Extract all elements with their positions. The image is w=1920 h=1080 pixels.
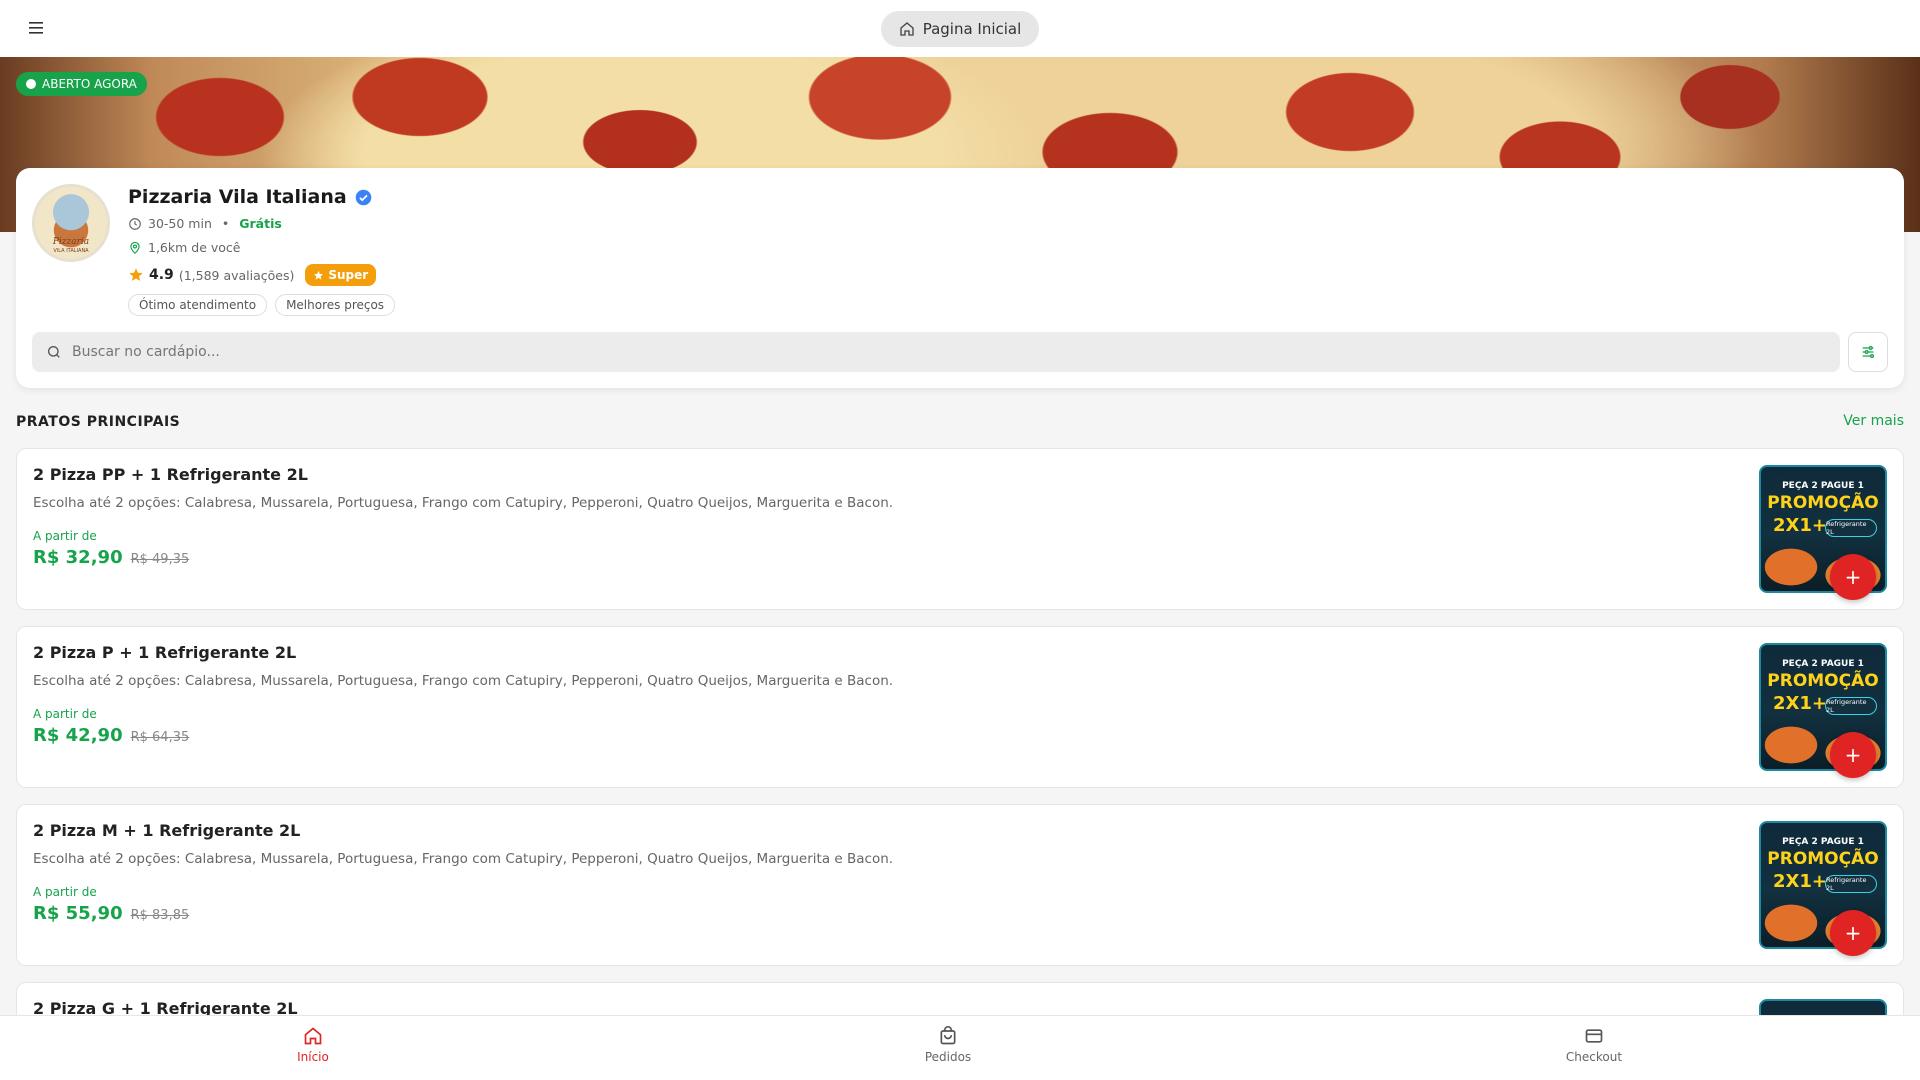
promo-text: PEÇA 2 PAGUE 1 <box>1782 837 1864 847</box>
product-old-price: R$ 64,35 <box>130 730 190 745</box>
super-badge-label: Super <box>328 268 369 282</box>
hamburger-menu-icon <box>29 22 43 34</box>
store-logo-text: Pizzaria <box>52 237 90 247</box>
location-pin-icon <box>130 241 140 254</box>
store-name-text: Pizzaria Vila Italiana <box>128 186 347 208</box>
product-title: 2 Pizza M + 1 Refrigerante 2L <box>33 821 301 840</box>
promo-text: PEÇA 2 PAGUE 1 <box>1782 659 1864 669</box>
star-icon <box>129 268 143 281</box>
see-more-link[interactable]: Ver mais <box>1843 413 1904 429</box>
price-from-label: A partir de <box>33 885 97 899</box>
top-bar: Pagina Inicial <box>0 0 1920 57</box>
bottom-navigation: Início Pedidos Checkout <box>0 1015 1920 1080</box>
store-name: Pizzaria Vila Italiana <box>128 186 372 208</box>
nav-item-pedidos[interactable]: Pedidos <box>888 1026 1008 1064</box>
promo-text: 2X1+ <box>1773 515 1828 536</box>
search-icon <box>48 346 60 358</box>
delivery-fee: Grátis <box>239 216 282 231</box>
nav-item-checkout[interactable]: Checkout <box>1534 1026 1654 1064</box>
store-tag: Melhores preços <box>275 294 396 316</box>
product-title: 2 Pizza PP + 1 Refrigerante 2L <box>33 465 308 484</box>
price-row: R$ 55,90 R$ 83,85 <box>33 903 189 924</box>
product-price: R$ 55,90 <box>33 903 123 924</box>
search-bar <box>32 332 1840 372</box>
price-row: R$ 32,90 R$ 49,35 <box>33 547 189 568</box>
nav-item-inicio[interactable]: Início <box>253 1026 373 1064</box>
product-price: R$ 32,90 <box>33 547 123 568</box>
promo-text: Refrigerante 2L <box>1825 875 1877 893</box>
bag-icon <box>940 1026 956 1045</box>
sliders-icon <box>1862 346 1874 358</box>
star-icon <box>314 270 324 280</box>
search-input[interactable] <box>72 344 1772 360</box>
product-description: Escolha até 2 opções: Calabresa, Mussare… <box>33 851 894 867</box>
promo-text: PROMOÇÃO <box>1767 671 1879 691</box>
super-badge: Super <box>305 264 377 286</box>
product-title: 2 Pizza P + 1 Refrigerante 2L <box>33 643 297 662</box>
add-to-cart-button[interactable]: + <box>1830 554 1876 600</box>
store-logo: Pizzaria VILA ITALIANA <box>32 184 110 262</box>
nav-label: Início <box>297 1050 329 1064</box>
product-description: Escolha até 2 opções: Calabresa, Mussare… <box>33 673 894 689</box>
distance-info: 1,6km de você <box>128 240 240 255</box>
store-logo-subtext: VILA ITALIANA <box>53 248 89 254</box>
distance: 1,6km de você <box>148 240 241 255</box>
store-info-card: Pizzaria VILA ITALIANA Pizzaria Vila Ita… <box>16 168 1904 388</box>
promo-text: PEÇA 2 PAGUE 1 <box>1782 481 1864 491</box>
add-to-cart-button[interactable]: + <box>1830 732 1876 778</box>
open-now-badge: ABERTO AGORA <box>16 72 147 96</box>
price-from-label: A partir de <box>33 707 97 721</box>
reviews-count: (1,589 avaliações) <box>178 267 295 283</box>
filter-button[interactable] <box>1848 332 1888 372</box>
status-dot-icon <box>26 79 36 89</box>
home-page-label: Pagina Inicial <box>922 19 1022 38</box>
rating-value: 4.9 <box>149 267 174 283</box>
delivery-time: 30-50 min <box>148 216 212 231</box>
price-from-label: A partir de <box>33 529 97 543</box>
add-to-cart-button[interactable]: + <box>1830 910 1876 956</box>
card-icon <box>1585 1029 1603 1043</box>
promo-text: 2X1+ <box>1773 693 1828 714</box>
home-page-button[interactable]: Pagina Inicial <box>880 10 1040 47</box>
product-old-price: R$ 83,85 <box>130 908 190 923</box>
product-old-price: R$ 49,35 <box>130 552 190 567</box>
verified-badge-icon <box>355 189 371 205</box>
store-tag: Ótimo atendimento <box>128 294 268 316</box>
product-card[interactable]: 2 Pizza P + 1 Refrigerante 2L Escolha at… <box>16 626 1904 788</box>
promo-text: PROMOÇÃO <box>1767 493 1879 513</box>
home-icon <box>304 1027 322 1045</box>
home-icon <box>900 21 914 36</box>
clock-icon <box>129 217 141 230</box>
product-card[interactable]: 2 Pizza PP + 1 Refrigerante 2L Escolha a… <box>16 448 1904 610</box>
nav-label: Pedidos <box>924 1050 972 1064</box>
promo-text: PROMOÇÃO <box>1767 849 1879 869</box>
separator: • <box>221 216 230 231</box>
section-title: PRATOS PRINCIPAIS <box>16 414 181 430</box>
menu-button[interactable] <box>24 16 48 40</box>
product-card[interactable]: 2 Pizza M + 1 Refrigerante 2L Escolha at… <box>16 804 1904 966</box>
promo-text: 2X1+ <box>1773 871 1828 892</box>
open-now-label: ABERTO AGORA <box>42 77 137 91</box>
price-row: R$ 42,90 R$ 64,35 <box>33 725 189 746</box>
product-price: R$ 42,90 <box>33 725 123 746</box>
product-description: Escolha até 2 opções: Calabresa, Mussare… <box>33 495 894 511</box>
nav-label: Checkout <box>1565 1050 1623 1064</box>
promo-text: Refrigerante 2L <box>1825 519 1877 537</box>
rating-info: 4.9 (1,589 avaliações) Super <box>128 264 377 286</box>
promo-text: Refrigerante 2L <box>1825 697 1877 715</box>
store-tags: Ótimo atendimento Melhores preços <box>128 294 396 316</box>
delivery-info: 30-50 min • Grátis <box>128 216 282 231</box>
